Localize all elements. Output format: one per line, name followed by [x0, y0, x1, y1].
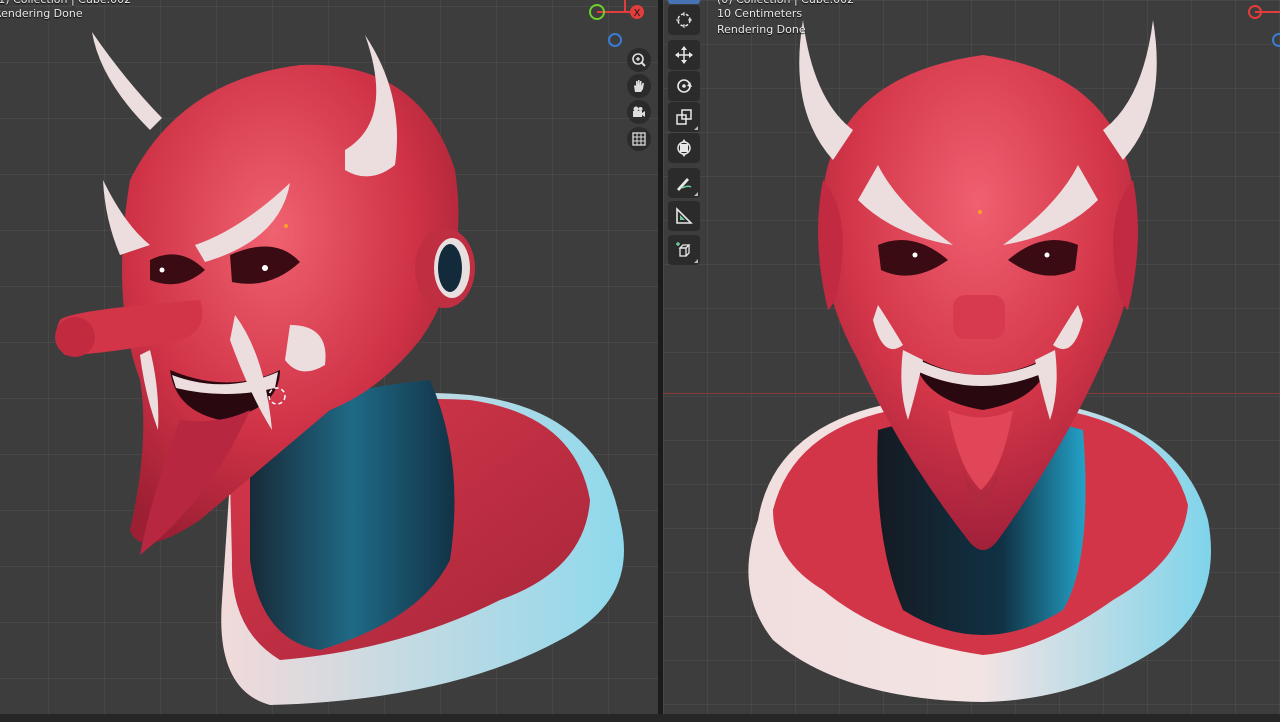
measure-icon[interactable] — [668, 201, 700, 231]
axis-gizmo[interactable] — [1245, 0, 1280, 52]
add-cube-icon[interactable] — [668, 235, 700, 265]
camera-icon[interactable] — [627, 100, 651, 124]
viewport-info-status: Rendering Done — [0, 7, 83, 20]
demon-bust-render-side — [55, 32, 624, 705]
demon-bust-render-front — [748, 20, 1211, 702]
status-bar — [0, 714, 1280, 722]
grid-ortho-icon[interactable] — [627, 127, 651, 151]
cursor-icon[interactable] — [668, 5, 700, 35]
zoom-icon[interactable] — [627, 48, 651, 72]
z-axis-icon — [1272, 33, 1280, 47]
viewport-info-status: Rendering Done — [717, 23, 806, 36]
viewport-info-scale: 10 Centimeters — [717, 7, 803, 20]
annotate-icon[interactable] — [668, 168, 700, 198]
scale-icon[interactable] — [668, 102, 700, 132]
axis-gizmo[interactable]: X — [585, 0, 651, 52]
right-3d-viewport[interactable]: (0) Collection | Cube.002 10 Centimeters… — [663, 0, 1280, 714]
transform-icon[interactable] — [668, 133, 700, 163]
hand-pan-icon[interactable] — [627, 74, 651, 98]
left-3d-viewport[interactable]: (1) Collection | Cube.002 Rendering Done… — [0, 0, 658, 714]
rotate-icon[interactable] — [668, 71, 700, 101]
active-tool-indicator — [668, 0, 700, 4]
z-axis-icon — [608, 33, 622, 47]
x-axis-label: X — [634, 8, 641, 19]
move-icon[interactable] — [668, 40, 700, 70]
